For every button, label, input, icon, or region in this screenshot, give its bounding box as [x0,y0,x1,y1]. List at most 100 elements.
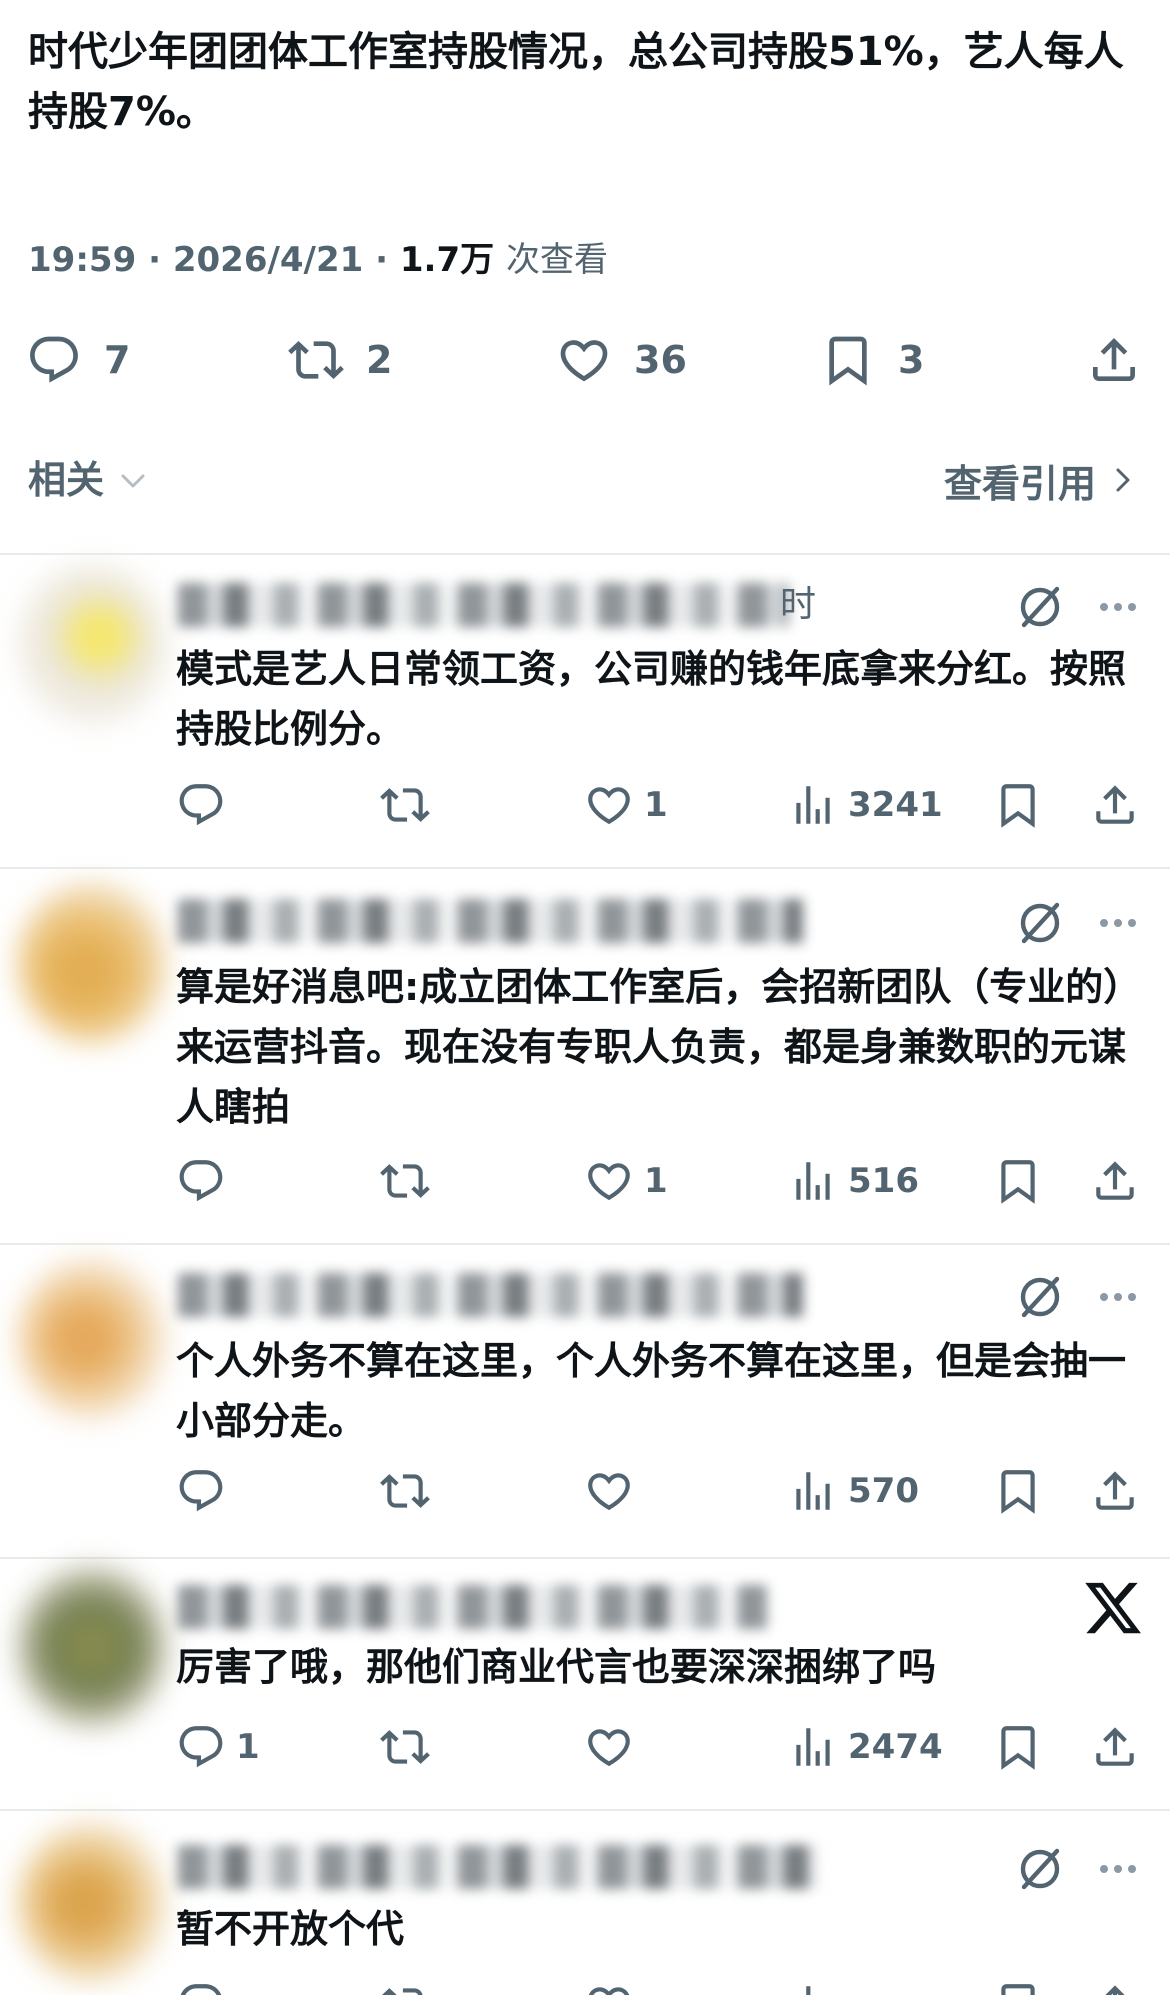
chevron-right-icon [1108,465,1138,495]
like-button[interactable] [584,1977,634,1995]
bookmark-button[interactable] [993,777,1043,833]
bookmark-button[interactable] [993,1719,1043,1775]
reply-timestamp: 时 [780,584,817,625]
related-label[interactable]: 相关 [28,448,104,512]
views-button[interactable] [788,1977,838,1995]
bookmark-button[interactable]: 3 [820,330,924,390]
repost-button[interactable] [380,1463,430,1519]
view-count: 516 [848,1161,919,1201]
avatar[interactable] [18,1567,166,1727]
avatar[interactable] [18,1823,166,1983]
reply-item[interactable]: 暂不开放个代 [0,1811,1170,1995]
reply-icon [176,1466,226,1516]
repost-button[interactable]: 2 [288,330,392,390]
author-name-blurred[interactable] [178,899,803,943]
reply-button[interactable]: 1 [176,1719,260,1775]
repost-button[interactable] [380,1977,430,1995]
like-button[interactable] [584,1463,644,1519]
share-button[interactable] [1090,1977,1140,1995]
view-count: 570 [848,1471,919,1511]
views-button[interactable]: 570 [788,1463,919,1519]
reply-item[interactable]: 个人外务不算在这里，个人外务不算在这里，但是会抽一小部分走。 570 [0,1245,1170,1557]
heart-icon [584,1466,634,1516]
reply-text: 暂不开放个代 [176,1907,405,1951]
x-logo-icon[interactable] [1082,1577,1144,1639]
repost-icon [380,780,430,830]
reply-button[interactable] [176,1977,226,1995]
views-button[interactable]: 3241 [788,777,943,833]
reply-item[interactable]: 时 模式是艺人日常领工资，公司赚的钱年底拿来分红。按照持股比例分。 1 3241 [0,555,1170,867]
repost-count: 2 [366,338,393,382]
share-icon [1090,1156,1140,1206]
views-button[interactable]: 516 [788,1153,919,1209]
more-icon[interactable] [1092,583,1144,631]
reply-actions [0,1977,1170,1995]
repost-icon [380,1466,430,1516]
like-button[interactable]: 36 [556,330,687,390]
like-button[interactable]: 1 [584,1153,668,1209]
bookmark-button[interactable] [993,1153,1043,1209]
reply-actions: 1 3241 [0,777,1170,833]
view-quotes-label: 查看引用 [943,461,1096,506]
like-button[interactable] [584,1719,644,1775]
heart-icon [556,332,612,388]
views-button[interactable]: 2474 [788,1719,943,1775]
avatar[interactable] [18,883,166,1043]
view-quotes-link[interactable]: 查看引用 [944,448,1138,512]
bookmark-icon [993,1980,1043,1995]
repost-button[interactable] [380,1153,430,1209]
reply-button[interactable]: 7 [26,330,130,390]
bookmark-button[interactable] [993,1463,1043,1519]
related-row: 相关 查看引用 [0,448,1170,512]
reply-count: 1 [236,1727,260,1767]
share-icon [1090,1466,1140,1516]
like-button[interactable]: 1 [584,777,668,833]
author-name-blurred[interactable] [178,583,788,627]
share-icon [1086,332,1142,388]
avatar[interactable] [18,1259,166,1419]
repost-button[interactable] [380,777,430,833]
reply-text: 算是好消息吧:成立团体工作室后，会招新团队（专业的）来运营抖音。现在没有专职人负… [176,965,1142,1129]
views-icon [788,1980,838,1995]
author-name-blurred[interactable] [178,1585,768,1629]
like-count: 1 [644,1161,668,1201]
view-count: 2474 [848,1727,943,1767]
reply-button[interactable] [176,1463,236,1519]
reply-icon [176,1722,226,1772]
reply-icon [176,780,226,830]
avatar[interactable] [18,565,166,725]
share-button[interactable] [1086,330,1142,390]
like-count: 36 [634,338,687,382]
more-icon[interactable] [1092,1273,1144,1321]
share-button[interactable] [1090,1719,1140,1775]
grok-icon[interactable] [1016,1845,1064,1893]
share-button[interactable] [1090,777,1140,833]
bookmark-count: 3 [898,338,925,382]
share-button[interactable] [1090,1463,1140,1519]
reply-button[interactable] [176,1153,236,1209]
heart-icon [584,1722,634,1772]
views-icon [788,1156,838,1206]
like-count: 1 [644,785,668,825]
post-text: 时代少年团团体工作室持股情况，总公司持股51%，艺人每人持股7%。 [28,29,1124,135]
reply-button[interactable] [176,777,236,833]
bookmark-button[interactable] [993,1977,1043,1995]
share-button[interactable] [1090,1153,1140,1209]
reply-text: 模式是艺人日常领工资，公司赚的钱年底拿来分红。按照持股比例分。 [176,647,1127,751]
grok-icon[interactable] [1016,583,1064,631]
bookmark-icon [820,332,876,388]
more-icon[interactable] [1092,899,1144,947]
more-icon[interactable] [1092,1845,1144,1893]
reply-item[interactable]: 算是好消息吧:成立团体工作室后，会招新团队（专业的）来运营抖音。现在没有专职人负… [0,869,1170,1243]
post-date[interactable]: 2026/4/21 [173,240,363,280]
repost-button[interactable] [380,1719,430,1775]
share-icon [1090,1722,1140,1772]
reply-item[interactable]: 厉害了哦，那他们商业代言也要深深捆绑了吗 1 2474 [0,1559,1170,1809]
post-views: 1.7万 [399,240,495,280]
grok-icon[interactable] [1016,899,1064,947]
author-name-blurred[interactable] [178,1273,803,1317]
reply-actions: 570 [0,1463,1170,1519]
grok-icon[interactable] [1016,1273,1064,1321]
author-name-blurred[interactable] [178,1845,818,1889]
views-icon [788,1466,838,1516]
